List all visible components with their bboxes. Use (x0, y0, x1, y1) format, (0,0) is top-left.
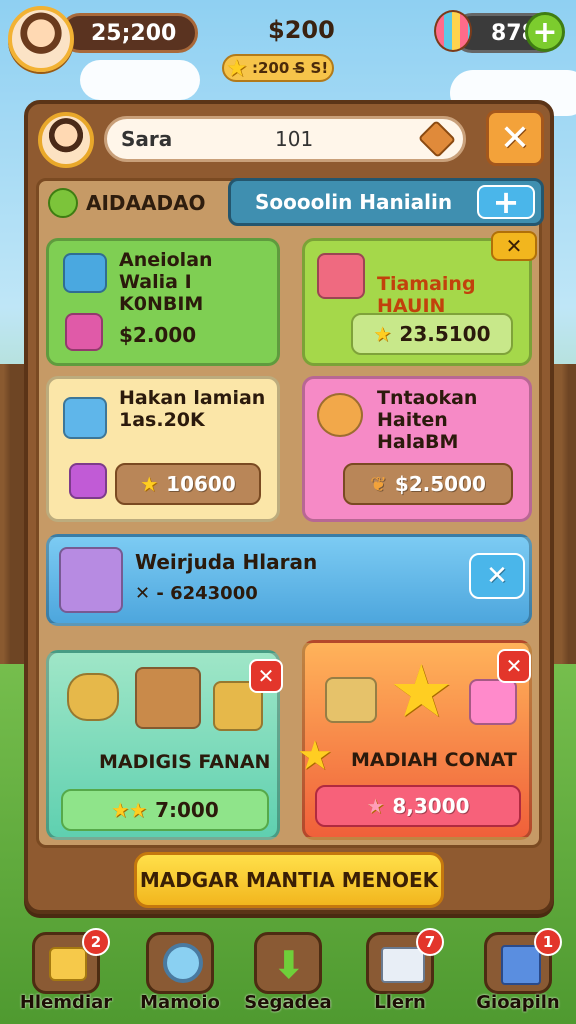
player-avatar[interactable] (8, 6, 74, 72)
bundle-title: MADIGIS FANAN (99, 751, 271, 773)
offer-card[interactable]: Tntaokan Haiten HalaBM ❦ $2.5000 (302, 376, 532, 522)
gift-bag-icon (63, 253, 107, 293)
category-text: AIDAADAO (86, 191, 206, 215)
player-name: Sara (121, 127, 173, 151)
bundle-title: MADIAH CONAT (351, 749, 517, 771)
offer-price: $2.5000 (394, 472, 486, 496)
gem-icon (469, 679, 517, 725)
shop-add-button[interactable]: + (477, 183, 535, 221)
nav-label: Mamoio (140, 992, 220, 1013)
nav-item-hlemdiar[interactable]: 2 Hlemdiar (20, 928, 112, 1020)
player-level: 101 (275, 127, 314, 151)
shop-panel: Sara 101 ✕ AIDAADAO Soooolin Hanialin + … (24, 100, 554, 914)
bundle-price: 7:000 (155, 798, 219, 822)
offer-price: 10600 (166, 472, 236, 496)
nav-label: Llern (374, 992, 426, 1013)
key-icon (59, 547, 123, 613)
star-icon: ★ (373, 322, 392, 346)
offer-price-button[interactable]: ★ 23.5100 (351, 313, 513, 355)
shop-title: Soooolin Hanialin (255, 190, 453, 214)
nav-label: Segadea (244, 992, 332, 1013)
nav-item-llern[interactable]: 7 Llern (360, 928, 444, 1020)
feature-offer-card[interactable]: Weirjuda Hlaran ✕ - 6243000 ✕ (46, 534, 532, 626)
palm-tree-left (0, 364, 24, 664)
gem-basket-icon (135, 667, 201, 729)
offer-title: Tiamaing HAUIN (377, 273, 476, 317)
star-icon: ★★ (111, 798, 148, 822)
star-counter: ★ :200 S̶ S! (222, 54, 334, 82)
bundle-price: 8,3000 (392, 794, 470, 818)
nav-button: ⬇ (254, 932, 322, 994)
offer-title: Hakan lamian 1as.20K (119, 387, 266, 431)
star-value: :200 S̶ S! (252, 59, 329, 77)
nav-label: Gioapiln (476, 992, 560, 1013)
bundle-card[interactable]: ★ ✕ ★ MADIAH CONAT ★ 8,3000 (297, 640, 532, 840)
offer-price: 23.5100 (399, 322, 491, 346)
bundle-price-button[interactable]: ★★ 7:000 (61, 789, 269, 831)
feature-subtitle: ✕ - 6243000 (135, 583, 258, 604)
offer-card[interactable]: Aneiolan Walia I K0NBIM $2.000 (46, 238, 280, 366)
tag-icon (417, 119, 457, 159)
coin-stack-icon (67, 673, 119, 721)
balloon-icon (434, 10, 472, 52)
magnifier-icon (163, 943, 203, 983)
cloud (80, 60, 200, 100)
coins-counter: 25;200 (60, 13, 198, 53)
cash-register-icon (381, 947, 425, 983)
notification-badge: 7 (416, 928, 444, 956)
star-icon: ★ (140, 472, 159, 496)
puppy-icon (317, 393, 363, 437)
offer-title: Aneiolan Walia I K0NBIM (119, 249, 213, 315)
star-icon: ★ (226, 54, 248, 82)
leaf-icon (48, 188, 78, 218)
ticket-icon: ✕ (491, 231, 537, 261)
gift-box-icon (65, 313, 103, 351)
offer-card[interactable]: Hakan lamian 1as.20K ★ 10600 (46, 376, 280, 522)
player-name-bar: Sara 101 (104, 116, 466, 162)
offer-price-button[interactable]: ❦ $2.5000 (343, 463, 513, 505)
book-icon (317, 253, 365, 299)
notification-badge: 1 (534, 928, 562, 956)
offer-title: Tntaokan Haiten HalaBM (377, 387, 478, 453)
treasure-chest-icon (325, 677, 377, 723)
download-arrow-icon: ⬇ (273, 943, 305, 987)
bundle-card[interactable]: ✕ MADIGIS FANAN ★★ 7:000 (46, 650, 283, 840)
offer-card[interactable]: Tiamaing HAUIN ✕ ★ 23.5100 (302, 231, 537, 366)
shop-title-bar: Soooolin Hanialin + (228, 178, 544, 226)
close-badge-icon: ✕ (497, 649, 531, 683)
padlock-icon (69, 463, 107, 499)
book-blue-icon (501, 945, 541, 985)
star-icon: ★ (366, 794, 385, 818)
close-button[interactable]: ✕ (486, 110, 544, 166)
coins-value: 25;200 (91, 20, 177, 46)
center-currency: $200 (268, 16, 335, 44)
spark-star-icon: ★ (297, 733, 333, 779)
star-badge-icon (63, 397, 107, 439)
ribbon-icon: ❦ (370, 472, 387, 496)
gold-star-icon: ★ (389, 649, 454, 733)
panel-avatar (38, 112, 94, 168)
offer-price: $2.000 (119, 323, 197, 347)
category-label[interactable]: AIDAADAO (48, 188, 206, 218)
bundle-price-button[interactable]: ★ 8,3000 (315, 785, 521, 827)
nav-item-gioapiln[interactable]: 1 Gioapiln (476, 928, 562, 1020)
feature-title: Weirjuda Hlaran (135, 550, 318, 574)
close-badge-icon: ✕ (249, 659, 283, 693)
nav-label: Hlemdiar (19, 992, 113, 1013)
nav-item-mamoio[interactable]: Mamoio (140, 932, 220, 1020)
offer-price-button[interactable]: ★ 10600 (115, 463, 261, 505)
cheese-icon (49, 947, 87, 981)
feature-dismiss-button[interactable]: ✕ (469, 553, 525, 599)
nav-item-segadea[interactable]: ⬇ Segadea (244, 932, 332, 1020)
notification-badge: 2 (82, 928, 110, 956)
main-action-button[interactable]: MADGAR MANTIA MENOEK (134, 852, 444, 908)
add-gems-button[interactable]: + (525, 12, 565, 52)
nav-button (146, 932, 214, 994)
